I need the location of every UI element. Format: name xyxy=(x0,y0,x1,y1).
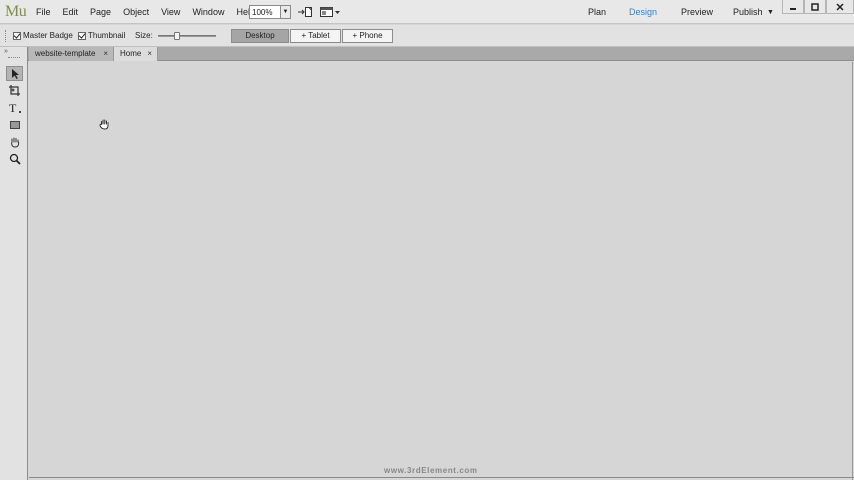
checkbox-checked-icon[interactable] xyxy=(13,31,21,40)
publish-dropdown-icon[interactable]: ▼ xyxy=(767,9,774,16)
tab-label: Home xyxy=(120,49,142,58)
size-slider[interactable] xyxy=(158,32,216,40)
minimize-icon xyxy=(790,7,796,10)
svg-text:T: T xyxy=(9,101,17,114)
design-mode-button[interactable]: Design xyxy=(629,7,657,17)
text-tool[interactable]: T xyxy=(6,100,23,115)
design-canvas[interactable] xyxy=(29,62,854,480)
document-tab-bar: website-template × Home × xyxy=(0,47,854,61)
menu-object[interactable]: Object xyxy=(123,7,149,17)
thumbnail-checkbox[interactable]: Thumbnail xyxy=(78,31,125,40)
magnifier-icon xyxy=(9,153,21,165)
menu-view[interactable]: View xyxy=(161,7,180,17)
close-icon[interactable]: × xyxy=(103,47,108,61)
menu-bar: Mu File Edit Page Object View Window Hel… xyxy=(0,0,854,24)
zoom-select[interactable]: 100% ▼ xyxy=(249,5,291,19)
canvas-right-border xyxy=(852,62,853,480)
tab-website-template[interactable]: website-template × xyxy=(29,47,114,61)
selection-tool[interactable] xyxy=(6,66,23,81)
size-slider-thumb[interactable] xyxy=(174,32,180,40)
watermark-text: www.3rdElement.com xyxy=(384,466,478,475)
options-bar: Master Badge Thumbnail Size: Desktop + T… xyxy=(0,25,854,47)
main-menu: File Edit Page Object View Window Help xyxy=(36,7,267,17)
menu-edit[interactable]: Edit xyxy=(63,7,79,17)
menu-page[interactable]: Page xyxy=(90,7,111,17)
close-icon[interactable]: × xyxy=(147,47,152,61)
maximize-icon xyxy=(811,2,819,11)
thumbnail-label: Thumbnail xyxy=(88,31,126,40)
size-label: Size: xyxy=(135,31,153,40)
options-grip[interactable] xyxy=(5,30,7,42)
maximize-button[interactable] xyxy=(804,0,826,14)
checkbox-checked-icon[interactable] xyxy=(78,31,86,40)
tab-home[interactable]: Home × xyxy=(114,47,158,61)
preview-mode-button[interactable]: Preview xyxy=(681,7,713,17)
rectangle-icon xyxy=(9,120,20,129)
app-logo: Mu xyxy=(5,3,27,20)
menu-window[interactable]: Window xyxy=(192,7,224,17)
zoom-value: 100% xyxy=(252,8,273,17)
tools-panel: » T xyxy=(0,47,28,480)
plan-mode-button[interactable]: Plan xyxy=(588,7,606,17)
rectangle-tool[interactable] xyxy=(6,117,23,132)
add-phone-button[interactable]: + Phone xyxy=(342,29,393,43)
chevron-down-icon[interactable]: ▼ xyxy=(280,6,290,18)
canvas-bottom-border xyxy=(29,477,854,478)
add-tablet-button[interactable]: + Tablet xyxy=(290,29,341,43)
menu-file[interactable]: File xyxy=(36,7,51,17)
hand-tool[interactable] xyxy=(6,134,23,149)
publish-button[interactable]: Publish xyxy=(733,7,763,17)
hand-icon xyxy=(10,137,19,148)
minimize-button[interactable] xyxy=(782,0,804,14)
layout-view-icon[interactable] xyxy=(319,6,341,20)
close-icon xyxy=(836,2,844,11)
master-badge-label: Master Badge xyxy=(23,31,73,40)
goto-page-icon[interactable] xyxy=(297,6,313,20)
close-window-button[interactable] xyxy=(826,0,854,14)
tab-label: website-template xyxy=(35,49,96,58)
zoom-tool[interactable] xyxy=(6,151,23,166)
crop-icon xyxy=(9,85,20,96)
desktop-layout-button[interactable]: Desktop xyxy=(231,29,289,43)
window-controls xyxy=(782,0,854,14)
arrow-pointer-icon xyxy=(11,68,19,79)
collapse-panel-icon[interactable]: » xyxy=(4,48,8,55)
panel-grip[interactable] xyxy=(8,57,20,58)
master-badge-checkbox[interactable]: Master Badge xyxy=(13,31,73,40)
text-icon: T xyxy=(9,101,21,114)
crop-tool[interactable] xyxy=(6,83,23,98)
hand-cursor-icon xyxy=(98,118,110,132)
